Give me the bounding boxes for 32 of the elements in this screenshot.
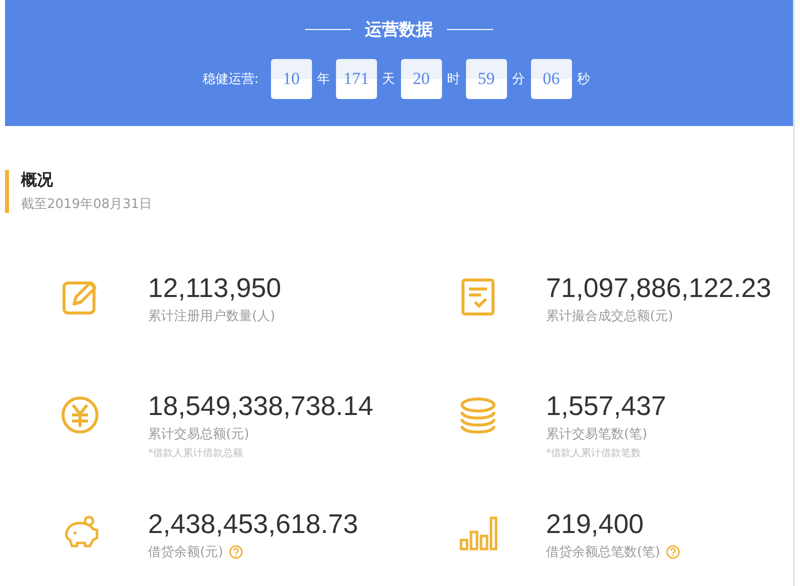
stat-value: 1,557,437 — [546, 391, 666, 421]
stat-note: *借款人累计借款总额 — [148, 446, 244, 460]
counter-unit: 年 — [316, 71, 331, 88]
stat-label: 借贷余额(元) — [148, 544, 224, 561]
counter-digit: 06 — [530, 59, 572, 99]
stat-value: 12,113,950 — [148, 273, 282, 303]
counter-digit: 59 — [466, 59, 507, 99]
uptime-label: 稳健运营: — [202, 71, 259, 88]
counter-unit: 分 — [512, 71, 526, 88]
yen-icon — [60, 395, 100, 435]
stat-value: 219,400 — [546, 509, 645, 539]
counter-digit: 171 — [336, 59, 377, 99]
banner-title: 运营数据 — [365, 19, 433, 41]
stat-value: 2,438,453,618.73 — [148, 509, 358, 539]
section-date: 截至2019年08月31日 — [21, 196, 154, 213]
counter-digit: 20 — [400, 59, 442, 99]
counter-unit: 秒 — [576, 71, 591, 88]
stat-label: 累计交易笔数(笔) — [546, 426, 648, 443]
section-title: 概况 — [21, 170, 54, 191]
stat-note: *借款人累计借款笔数 — [546, 446, 642, 460]
stat-label: 累计注册用户数量(人) — [148, 308, 276, 325]
stat-label: 借贷余额总笔数(笔) — [546, 544, 660, 561]
help-icon[interactable] — [666, 545, 680, 559]
stat-label: 累计撮合成交总额(元) — [546, 308, 674, 325]
coins-icon — [458, 395, 498, 435]
counter-unit: 天 — [382, 71, 396, 88]
counter-unit: 时 — [446, 71, 461, 88]
stat-label: 累计交易总额(元) — [148, 426, 250, 443]
stat-value: 71,097,886,122.23 — [546, 273, 772, 303]
help-icon[interactable] — [229, 545, 244, 559]
counter-digit: 10 — [270, 59, 312, 99]
stat-value: 18,549,338,738.14 — [148, 391, 374, 421]
